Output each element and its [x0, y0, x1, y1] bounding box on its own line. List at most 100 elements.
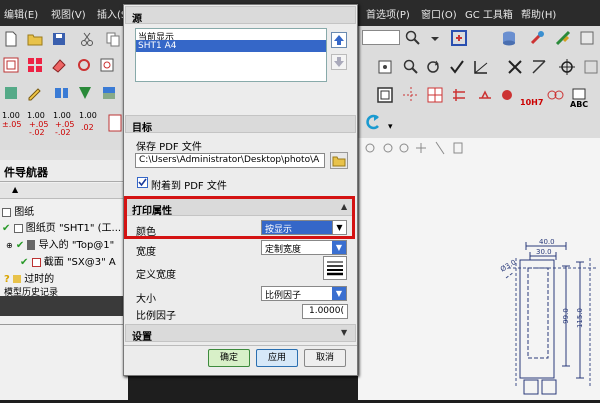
expand-icon[interactable]: ▼	[341, 328, 347, 337]
id-symbol-icon[interactable]	[546, 86, 564, 104]
width-select[interactable]: 定制宽度 ▼	[261, 240, 347, 255]
zoom-icon[interactable]	[402, 58, 420, 76]
tolerance-value-2: +.05 -.02	[29, 120, 49, 137]
half-section-icon[interactable]	[100, 84, 118, 102]
menu-help[interactable]: 帮助(H)	[521, 6, 556, 21]
menu-gc-toolbox[interactable]: GC 工具箱	[465, 6, 513, 21]
close-cross-icon[interactable]	[506, 58, 524, 76]
save-icon[interactable]	[50, 30, 68, 48]
drawing-sheet-icon[interactable]	[2, 56, 20, 74]
section-icon[interactable]	[2, 84, 20, 102]
eraser-icon[interactable]	[50, 56, 68, 74]
check-mark-icon[interactable]	[448, 58, 466, 76]
toolbar-combo[interactable]	[362, 30, 400, 45]
size-select[interactable]: 比例因子 ▼	[261, 286, 347, 301]
frame-icon[interactable]	[376, 86, 394, 104]
pencil-icon[interactable]	[26, 84, 44, 102]
divider	[0, 324, 128, 325]
sort-up-icon[interactable]: ▲	[12, 185, 18, 194]
tolerance-nominal-4[interactable]: 1.00	[79, 112, 97, 120]
chevron-down-icon[interactable]: ▼	[332, 287, 346, 300]
source-list[interactable]: 当前显示	[135, 28, 327, 82]
tolerance-box-icon[interactable]	[106, 114, 122, 132]
dim-40: 40.0	[539, 238, 555, 246]
check-icon: ✔	[2, 223, 11, 234]
tolerance-nominal-3[interactable]: 1.00	[53, 112, 71, 120]
arrow-back-icon[interactable]	[364, 112, 382, 130]
move-up-button[interactable]	[331, 32, 347, 48]
open-folder-icon[interactable]	[26, 30, 44, 48]
left-toolbar: 1.00 ±.05 1.00 +.05 -.02 1.00 +.05 -.02 …	[0, 26, 128, 150]
tree-row-sheet[interactable]: ✔ 图纸页 "SHT1" (工...	[2, 219, 121, 234]
dimension-icon[interactable]	[530, 58, 548, 76]
menu-window[interactable]: 窗口(O)	[421, 6, 457, 21]
new-file-icon[interactable]	[2, 30, 20, 48]
tolerance-nominal-2[interactable]: 1.00	[27, 112, 45, 120]
file-path-input[interactable]: C:\Users\Administrator\Desktop\photo\A	[135, 153, 325, 168]
break-view-icon[interactable]	[52, 84, 70, 102]
point-icon[interactable]	[376, 58, 394, 76]
weld-icon[interactable]	[498, 86, 516, 104]
attach-checkbox[interactable]	[137, 177, 148, 188]
dropdown-arrow-icon[interactable]	[426, 29, 444, 47]
line-width-button[interactable]	[323, 256, 347, 280]
list-item-sheet[interactable]: SHT1 A4	[136, 40, 326, 52]
chevron-down-icon[interactable]: ▼	[332, 241, 346, 254]
navigator-tabbar	[0, 150, 128, 160]
projected-view-icon[interactable]	[74, 56, 92, 74]
measure-icon[interactable]	[554, 29, 572, 47]
source-title: 源	[132, 14, 142, 25]
search-icon[interactable]	[404, 29, 422, 47]
view-layout-icon[interactable]	[26, 56, 44, 74]
tree-row-label: 图纸页 "SHT1" (工...	[25, 223, 122, 234]
target-section-header[interactable]: 目标	[125, 115, 356, 134]
section-view-icon	[31, 257, 41, 267]
scale-input[interactable]: 1.0000(	[302, 304, 348, 319]
menu-preferences[interactable]: 首选项(P)	[366, 6, 410, 21]
cancel-button[interactable]: 取消	[304, 349, 346, 367]
source-section-header[interactable]: 源	[125, 6, 356, 25]
menu-edit[interactable]: 编辑(E)	[4, 6, 38, 21]
table-icon[interactable]	[426, 86, 444, 104]
tree-row-section[interactable]: ✔ 截面 "SX@3" A	[20, 253, 116, 268]
cut-icon[interactable]	[78, 30, 96, 48]
checkmark-icon	[138, 178, 147, 187]
view-icon	[27, 240, 36, 250]
database-icon[interactable]	[500, 29, 518, 47]
snap-point-icon[interactable]	[558, 58, 576, 76]
settings-section-header[interactable]: 设置	[125, 324, 356, 343]
broken-section-icon[interactable]	[76, 84, 94, 102]
rotate-icon[interactable]	[424, 58, 442, 76]
tree-row-drawing[interactable]: 图纸	[2, 203, 34, 218]
menu-view[interactable]: 视图(V)	[51, 6, 86, 21]
dropdown-arrow-icon[interactable]: ▾	[388, 122, 393, 132]
symbol-icon[interactable]	[450, 86, 468, 104]
apply-button[interactable]: 应用	[256, 349, 298, 367]
tolerance-nominal-1[interactable]: 1.00	[2, 112, 20, 120]
centerline-icon[interactable]	[402, 86, 420, 104]
detail-view-icon[interactable]	[98, 56, 116, 74]
move-down-button[interactable]	[331, 54, 347, 70]
tolerance-fit-label[interactable]: 10H7	[520, 98, 543, 107]
navigator-sort-bar[interactable]: ▲	[0, 183, 128, 199]
line-width-icon	[327, 261, 343, 276]
target-title: 目标	[132, 123, 152, 134]
browse-button[interactable]	[330, 152, 348, 169]
copy-icon[interactable]	[104, 30, 122, 48]
tools-icon[interactable]	[528, 29, 546, 47]
sheet-icon	[13, 223, 23, 233]
grid-icon[interactable]	[582, 58, 600, 76]
size-label: 大小	[136, 294, 156, 305]
tree-row-imported[interactable]: ⊕ ✔ 导入的 "Top@1"	[6, 236, 114, 251]
abc-label[interactable]: ABC	[570, 100, 588, 109]
fit-view-icon[interactable]	[450, 29, 468, 47]
line-icon[interactable]	[472, 58, 490, 76]
tree-row-outdated[interactable]: ? 过时的	[4, 270, 54, 285]
expand-icon[interactable]: ⊕	[6, 241, 13, 250]
analysis-icon[interactable]	[578, 29, 596, 47]
ok-button[interactable]: 确定	[208, 349, 250, 367]
arrow-down-icon	[334, 57, 344, 67]
define-width-label: 定义宽度	[136, 270, 176, 281]
surface-finish-icon[interactable]	[476, 86, 494, 104]
drawing-canvas[interactable]: 40.0 30.0 Ø3.0 99.0 115.0	[358, 138, 600, 400]
